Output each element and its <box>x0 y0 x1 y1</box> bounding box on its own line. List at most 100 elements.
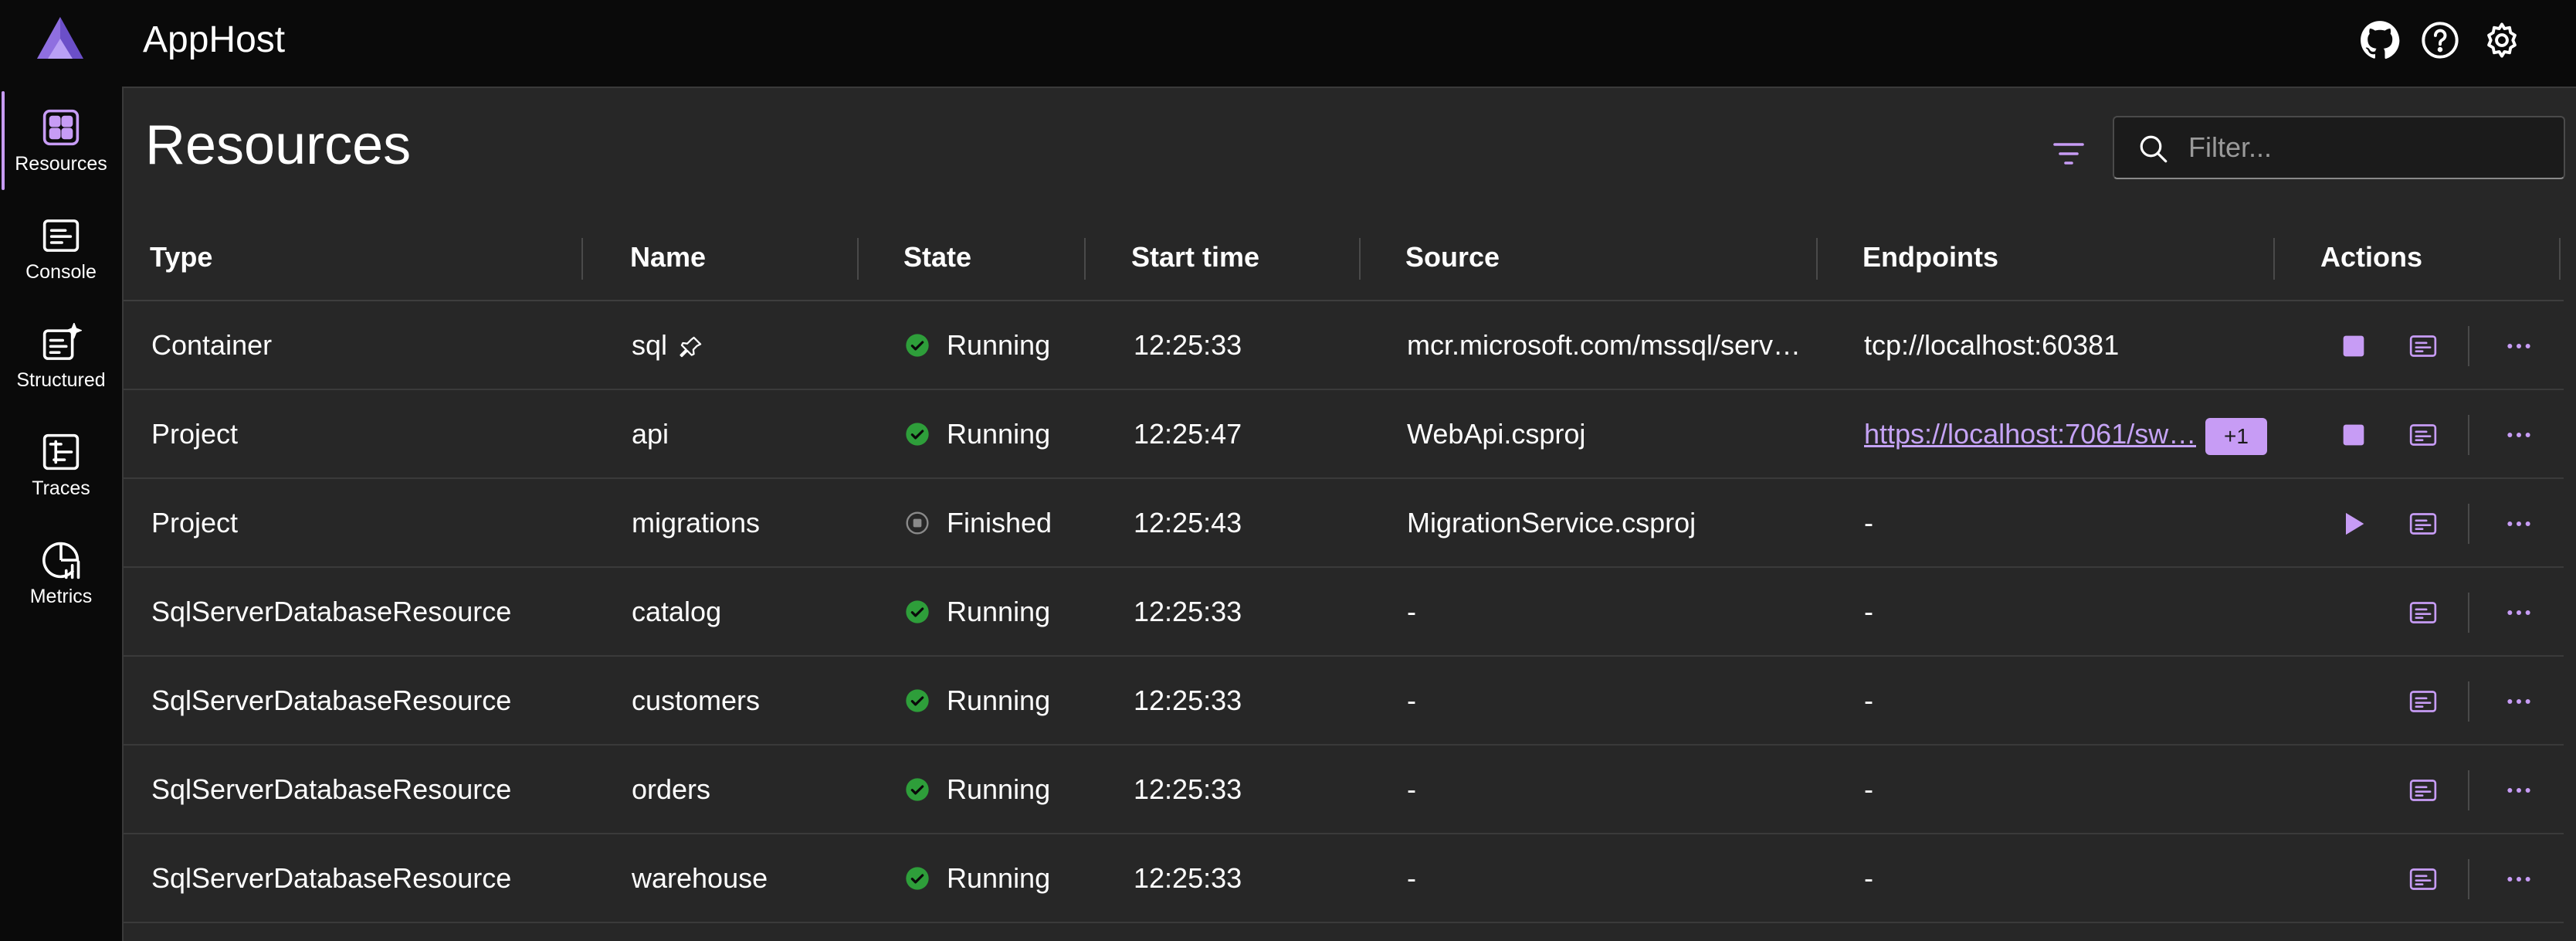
column-header-start-time[interactable]: Start time <box>1131 213 1259 301</box>
state-text: Running <box>947 862 1051 894</box>
start-time-cell: 12:25:33 <box>1134 862 1242 894</box>
type-cell: SqlServerDatabaseResource <box>151 596 512 627</box>
table-row[interactable]: SqlServerDatabaseResource catalog Runnin… <box>124 568 2564 657</box>
more-actions-button[interactable] <box>2502 596 2536 630</box>
name-cell: warehouse <box>632 862 768 894</box>
console-logs-button[interactable] <box>2406 418 2440 452</box>
top-header: AppHost <box>0 0 2576 87</box>
running-status-icon <box>906 688 929 712</box>
column-resize-handle[interactable] <box>857 238 859 280</box>
source-cell: MigrationService.csproj <box>1407 507 1696 538</box>
console-logs-icon <box>2409 513 2437 535</box>
column-header-state[interactable]: State <box>903 213 971 301</box>
running-status-icon <box>906 333 929 357</box>
start-time-cell: 12:25:47 <box>1134 418 1242 450</box>
console-icon <box>42 219 80 252</box>
pin-icon[interactable] <box>678 334 704 360</box>
table-row[interactable]: Container sql Running 12:25:33 mcr.micro… <box>124 301 2564 390</box>
ellipsis-icon <box>2507 610 2530 615</box>
more-actions-button[interactable] <box>2502 418 2536 452</box>
start-time-cell: 12:25:33 <box>1134 685 1242 716</box>
nav-label: Metrics <box>29 586 93 607</box>
running-status-icon <box>906 866 929 890</box>
page-title: Resources <box>145 114 412 176</box>
endpoint-link[interactable]: https://localhost:7061/sw… <box>1864 390 2196 477</box>
column-resize-handle[interactable] <box>2559 238 2561 280</box>
nav-item-traces[interactable]: Traces <box>0 411 122 519</box>
github-icon[interactable] <box>2358 19 2401 62</box>
column-header-type[interactable]: Type <box>150 213 212 301</box>
start-button[interactable] <box>2337 507 2371 541</box>
aspire-logo-icon[interactable] <box>34 15 86 62</box>
column-header-name[interactable]: Name <box>630 213 706 301</box>
table-row[interactable]: SqlServerDatabaseResource customers Runn… <box>124 657 2564 746</box>
console-logs-button[interactable] <box>2406 329 2440 363</box>
start-time-cell: 12:25:43 <box>1134 507 1242 538</box>
column-resize-handle[interactable] <box>581 238 583 280</box>
table-row[interactable]: SqlServerDatabaseResource orders Running… <box>124 746 2564 834</box>
source-cell: - <box>1407 685 1416 716</box>
column-header-source[interactable]: Source <box>1405 213 1500 301</box>
action-divider <box>2468 859 2469 899</box>
resources-icon <box>42 109 80 146</box>
source-cell: - <box>1407 862 1416 894</box>
settings-icon[interactable] <box>2480 19 2523 62</box>
table-row[interactable]: Project api Running 12:25:47 WebApi.cspr… <box>124 390 2564 479</box>
type-cell: Project <box>151 418 239 450</box>
nav-item-resources[interactable]: Resources <box>0 87 122 195</box>
search-box <box>2113 116 2565 179</box>
main-content: Resources Type Name State Start time Sou… <box>122 87 2576 941</box>
console-logs-button[interactable] <box>2406 596 2440 630</box>
source-cell: - <box>1407 596 1416 627</box>
console-logs-button[interactable] <box>2406 685 2440 718</box>
state-cell: Running <box>905 657 1083 744</box>
endpoint-cell: - <box>1864 507 1873 538</box>
console-logs-button[interactable] <box>2406 773 2440 807</box>
nav-item-structured[interactable]: Structured <box>0 303 122 411</box>
table-row[interactable]: SqlServerDatabaseResource warehouse Runn… <box>124 834 2564 923</box>
column-header-endpoints[interactable]: Endpoints <box>1863 213 1998 301</box>
state-text: Finished <box>947 507 1052 538</box>
column-resize-handle[interactable] <box>1359 238 1361 280</box>
action-divider <box>2468 415 2469 455</box>
action-divider <box>2468 326 2469 366</box>
name-cell: orders <box>632 773 711 805</box>
column-resize-handle[interactable] <box>2273 238 2275 280</box>
side-navigation: Resources Console Structured Traces Metr… <box>0 87 122 941</box>
name-cell: sql <box>632 301 856 389</box>
more-actions-button[interactable] <box>2502 507 2536 541</box>
more-endpoints-badge[interactable]: +1 <box>2205 418 2267 455</box>
traces-icon <box>42 433 80 470</box>
filter-input[interactable] <box>2188 117 2551 178</box>
filter-options-button[interactable] <box>2043 128 2094 179</box>
nav-item-console[interactable]: Console <box>0 195 122 303</box>
resource-name: sql <box>632 329 668 361</box>
play-icon <box>2346 512 2364 535</box>
stop-icon <box>2343 335 2364 357</box>
endpoint-cell: - <box>1864 685 1873 716</box>
more-actions-button[interactable] <box>2502 329 2536 363</box>
name-cell: api <box>632 418 669 450</box>
table-row[interactable]: Project migrations Finished 12:25:43 Mig… <box>124 479 2564 568</box>
search-icon <box>2140 135 2168 163</box>
action-divider <box>2468 770 2469 810</box>
ellipsis-icon <box>2507 699 2530 704</box>
ellipsis-icon <box>2507 877 2530 882</box>
console-logs-icon <box>2409 691 2437 712</box>
column-resize-handle[interactable] <box>1084 238 1086 280</box>
stop-button[interactable] <box>2337 418 2371 452</box>
nav-label: Traces <box>32 477 90 499</box>
column-resize-handle[interactable] <box>1816 238 1818 280</box>
console-logs-button[interactable] <box>2406 507 2440 541</box>
stop-button[interactable] <box>2337 329 2371 363</box>
console-logs-icon <box>2409 602 2437 623</box>
nav-item-metrics[interactable]: Metrics <box>0 519 122 627</box>
more-actions-button[interactable] <box>2502 862 2536 896</box>
app-title[interactable]: AppHost <box>143 17 285 63</box>
more-actions-button[interactable] <box>2502 773 2536 807</box>
column-header-actions: Actions <box>2320 241 2423 273</box>
type-cell: Project <box>151 507 239 538</box>
console-logs-button[interactable] <box>2406 862 2440 896</box>
help-icon[interactable] <box>2418 19 2462 62</box>
more-actions-button[interactable] <box>2502 685 2536 718</box>
